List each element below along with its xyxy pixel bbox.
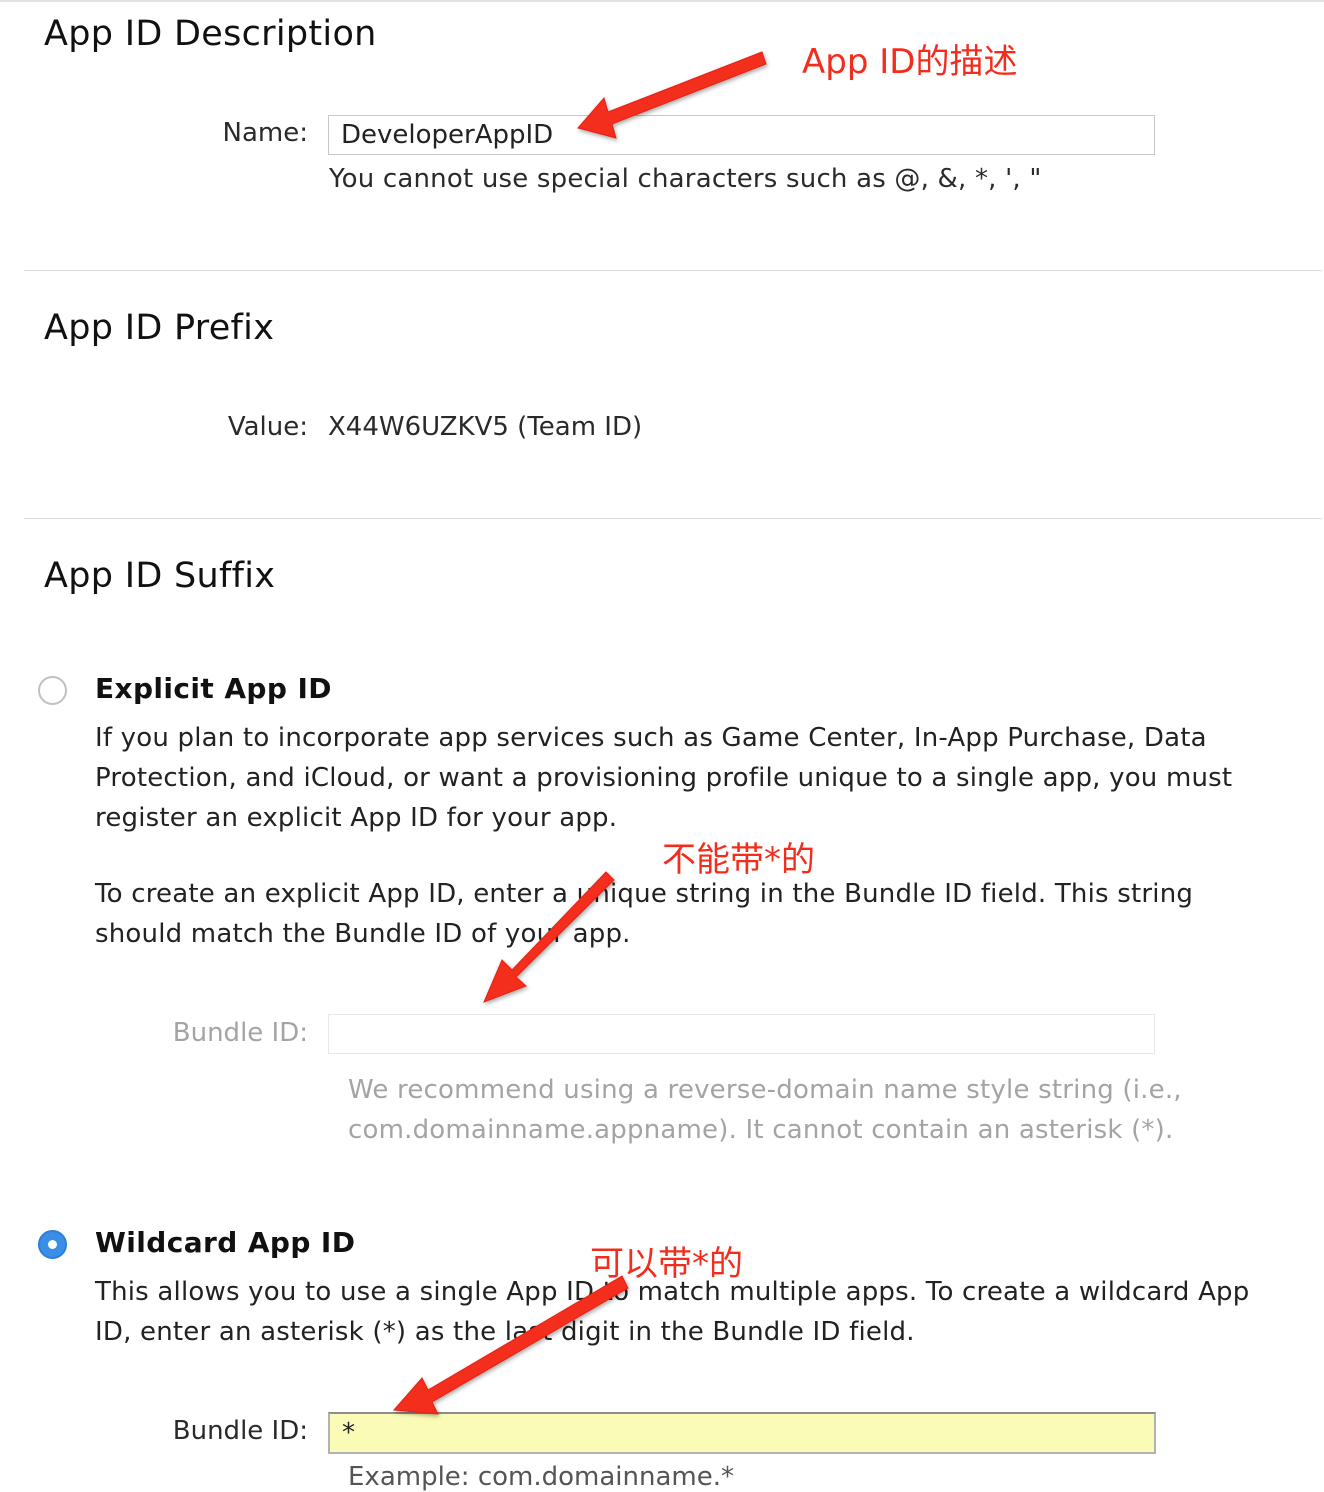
red-arrow-icon: [577, 51, 767, 139]
annotation-arrows: [392, 51, 767, 1415]
red-arrow-icon: [483, 871, 615, 1003]
red-arrow-icon: [392, 1275, 629, 1415]
